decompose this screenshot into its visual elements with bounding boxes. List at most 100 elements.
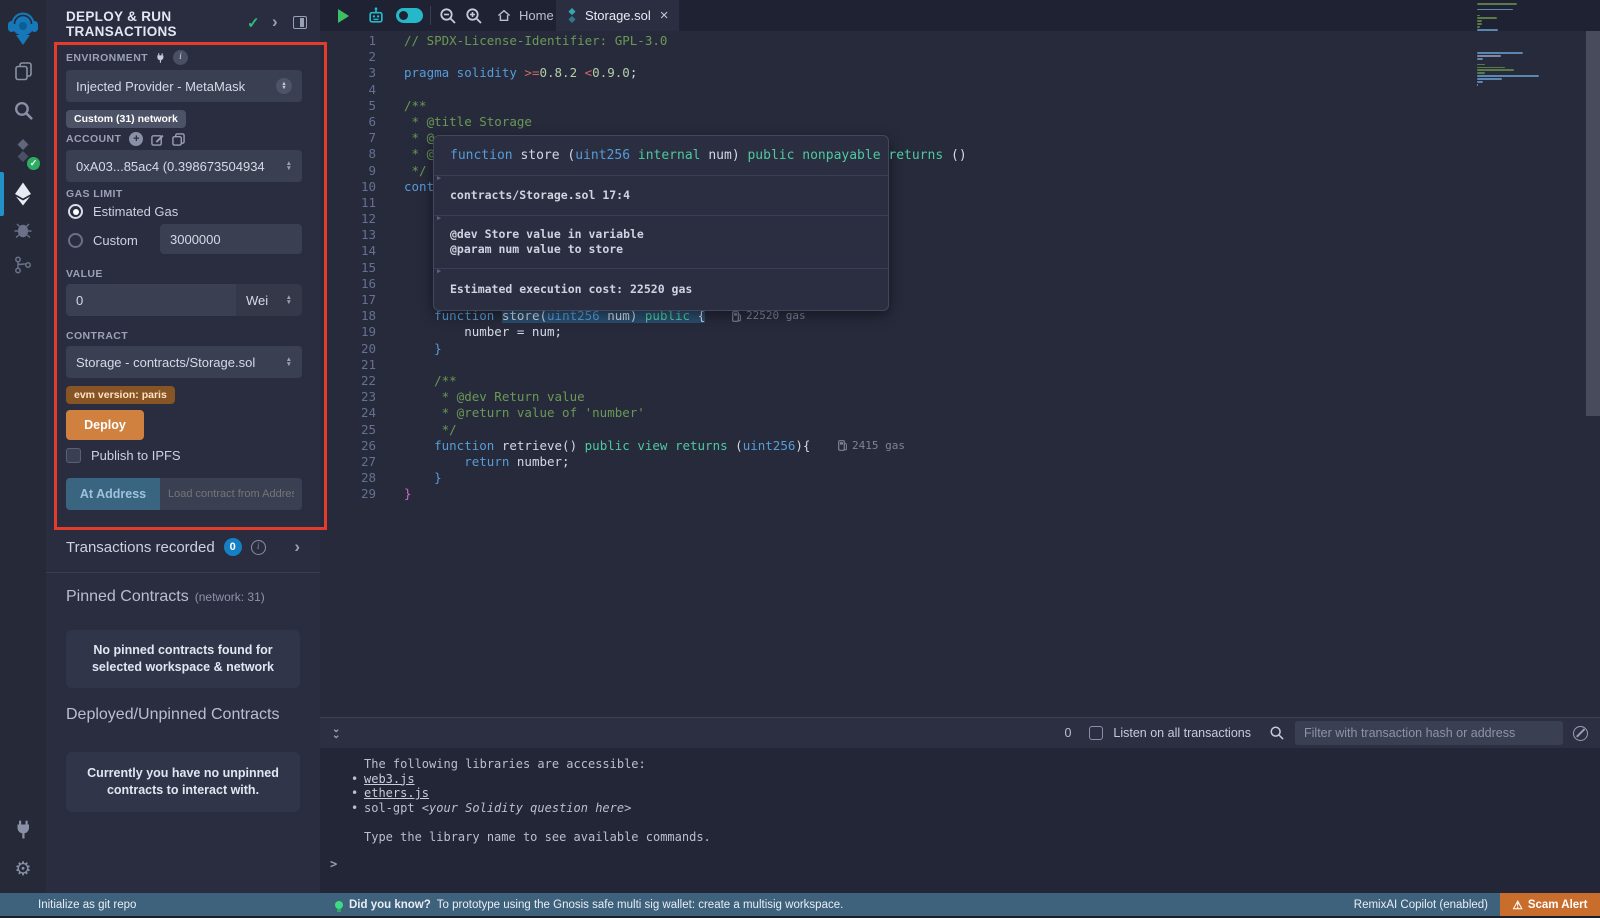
contract-select[interactable]: Storage - contracts/Storage.sol ▲▼ xyxy=(66,346,302,378)
code-line[interactable]: 21 xyxy=(320,357,1470,373)
sidebar-item-deploy-run[interactable] xyxy=(0,172,46,216)
line-number: 24 xyxy=(320,405,376,421)
line-number: 14 xyxy=(320,243,376,259)
editor-toolbar: Home Storage.sol × xyxy=(320,0,1600,31)
code-line[interactable]: 19 number = num; xyxy=(320,324,1470,340)
code-line[interactable]: 6 * @title Storage xyxy=(320,114,1470,130)
library-link[interactable]: web3.js xyxy=(364,772,415,786)
publish-ipfs-label: Publish to IPFS xyxy=(91,448,181,463)
terminal-prompt[interactable]: > xyxy=(320,857,1600,871)
estimated-gas-label: Estimated Gas xyxy=(93,204,178,219)
code-line[interactable]: 28 } xyxy=(320,470,1470,486)
minimap-line xyxy=(1477,35,1587,37)
sidebar-item-plugin-manager[interactable] xyxy=(0,812,46,846)
code-line[interactable]: 3pragma solidity >=0.8.2 <0.9.0; xyxy=(320,65,1470,81)
git-init-button[interactable]: Initialize as git repo xyxy=(38,899,136,911)
zoom-out-button[interactable] xyxy=(436,0,460,31)
line-number: 17 xyxy=(320,292,376,308)
terminal-search-icon[interactable] xyxy=(1269,725,1285,741)
estimated-gas-radio[interactable] xyxy=(68,204,83,219)
minimap-line xyxy=(1477,41,1587,43)
sidebar-item-search[interactable] xyxy=(0,93,46,127)
editor-minimap[interactable] xyxy=(1477,3,1587,87)
divider xyxy=(46,572,320,573)
sidebar-item-file-explorer[interactable] xyxy=(0,53,46,87)
copilot-toggle[interactable] xyxy=(394,0,424,31)
tooltip-signature: function store (uint256 internal num) pu… xyxy=(434,136,888,176)
clear-console-icon[interactable] xyxy=(1573,726,1588,741)
listen-transactions-label: Listen on all transactions xyxy=(1113,726,1251,740)
publish-ipfs-checkbox[interactable] xyxy=(66,448,81,463)
close-tab-icon[interactable]: × xyxy=(660,7,669,24)
minimap-line xyxy=(1477,81,1483,83)
minimap-line xyxy=(1477,20,1482,22)
plug-icon[interactable] xyxy=(155,52,166,64)
scam-alert-button[interactable]: ⚠ Scam Alert xyxy=(1500,893,1600,916)
remixai-copilot-button[interactable] xyxy=(364,0,388,31)
minimap-line xyxy=(1477,61,1587,63)
terminal-line xyxy=(320,815,1600,830)
deploy-button[interactable]: Deploy xyxy=(66,410,144,440)
transactions-info-icon[interactable]: i xyxy=(251,540,266,555)
remix-logo[interactable] xyxy=(0,6,46,50)
line-number: 7 xyxy=(320,130,376,146)
sidebar-item-settings[interactable]: ⚙ xyxy=(0,852,46,886)
value-unit-select[interactable]: Wei ▲▼ xyxy=(236,284,302,316)
transactions-expand-chevron-icon[interactable]: › xyxy=(294,540,300,554)
tab-home[interactable]: Home xyxy=(486,0,564,31)
zoom-in-button[interactable] xyxy=(462,0,486,31)
minimap-line xyxy=(1477,75,1539,77)
code-line[interactable]: 26 function retrieve() public view retur… xyxy=(320,438,1470,454)
deploy-run-panel: DEPLOY & RUN TRANSACTIONS ✓ › ENVIRONMEN… xyxy=(46,0,320,893)
code-line[interactable]: 2 xyxy=(320,49,1470,65)
line-number: 10 xyxy=(320,179,376,195)
copilot-status[interactable]: RemixAI Copilot (enabled) xyxy=(1354,893,1488,916)
at-address-button[interactable]: At Address xyxy=(66,478,160,510)
at-address-input[interactable] xyxy=(160,478,302,510)
sidebar-item-git[interactable] xyxy=(0,248,46,282)
line-number: 18 xyxy=(320,308,376,324)
code-line[interactable]: 29} xyxy=(320,486,1470,502)
code-line[interactable]: 1// SPDX-License-Identifier: GPL-3.0 xyxy=(320,33,1470,49)
terminal-line: •ethers.js xyxy=(320,786,1600,801)
code-line[interactable]: 25 */ xyxy=(320,422,1470,438)
pin-panel-icon[interactable] xyxy=(293,16,307,29)
debugger-icon xyxy=(13,219,33,239)
account-select[interactable]: 0xA03...85ac4 (0.398673504934 ▲▼ xyxy=(66,150,302,182)
custom-gas-input[interactable] xyxy=(160,224,302,254)
create-account-icon[interactable]: + xyxy=(129,132,143,146)
code-line[interactable]: 5/** xyxy=(320,98,1470,114)
custom-gas-radio[interactable] xyxy=(68,233,83,248)
code-line[interactable]: 20 } xyxy=(320,341,1470,357)
editor-scrollbar[interactable] xyxy=(1586,31,1600,416)
library-link[interactable]: ethers.js xyxy=(364,786,429,800)
terminal-tx-count: 0 xyxy=(1064,726,1071,740)
minimap-line xyxy=(1477,29,1498,31)
copy-address-icon[interactable] xyxy=(172,133,185,146)
remix-ide-window: ✓ xyxy=(0,0,1600,918)
code-line[interactable]: 27 return number; xyxy=(320,454,1470,470)
environment-info-icon[interactable]: i xyxy=(173,50,188,65)
code-line[interactable]: 22 /** xyxy=(320,373,1470,389)
run-script-button[interactable] xyxy=(332,0,354,31)
code-line[interactable]: 4 xyxy=(320,82,1470,98)
sidebar-item-solidity-compiler[interactable]: ✓ xyxy=(0,133,46,167)
tab-storage-sol[interactable]: Storage.sol × xyxy=(556,0,679,31)
minimap-line xyxy=(1477,12,1587,14)
minimap-line xyxy=(1477,32,1587,34)
transaction-filter-input[interactable] xyxy=(1295,721,1563,745)
toolbar-divider xyxy=(430,6,431,25)
sidebar-item-debugger[interactable] xyxy=(0,212,46,246)
contract-sort-arrows-icon: ▲▼ xyxy=(286,357,292,367)
minimap-line xyxy=(1477,26,1480,28)
collapse-terminal-icon[interactable]: ⌄⌄ xyxy=(332,727,340,739)
code-line[interactable]: 24 * @return value of 'number' xyxy=(320,405,1470,421)
environment-select[interactable]: Injected Provider - MetaMask ▲▼ xyxy=(66,70,302,102)
line-number: 6 xyxy=(320,114,376,130)
sign-message-icon[interactable] xyxy=(151,133,164,146)
value-input[interactable] xyxy=(66,284,236,316)
code-line[interactable]: 23 * @dev Return value xyxy=(320,389,1470,405)
forward-chevron-icon[interactable]: › xyxy=(272,15,278,29)
listen-transactions-checkbox[interactable] xyxy=(1089,726,1103,740)
file-explorer-icon xyxy=(13,60,34,81)
